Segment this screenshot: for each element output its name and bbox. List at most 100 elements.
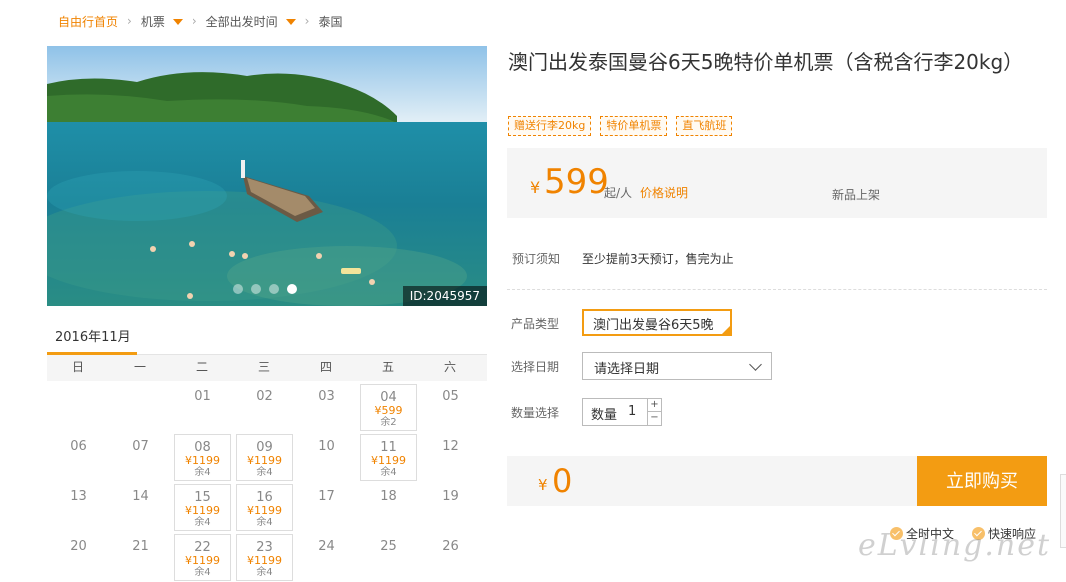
calendar-day-available[interactable]: 23 ¥1199 余4 xyxy=(233,533,295,581)
calendar-day-box: 13 xyxy=(50,484,107,531)
calendar-day-number: 03 xyxy=(318,389,335,404)
price-panel: ¥ 599 起/人 价格说明 新品上架 xyxy=(507,148,1047,218)
calendar-day-available[interactable]: 16 ¥1199 余4 xyxy=(233,483,295,531)
calendar-day-remaining: 余4 xyxy=(380,467,397,478)
date-select[interactable]: 请选择日期 xyxy=(582,352,772,380)
carousel-dot[interactable] xyxy=(233,284,243,294)
calendar-month-tab[interactable]: 2016年11月 xyxy=(55,326,131,345)
breadcrumb-departure-label: 全部出发时间 xyxy=(205,14,278,29)
product-type-label: 产品类型 xyxy=(511,317,560,331)
calendar-day-number: 04 xyxy=(380,390,397,405)
calendar-day-available[interactable]: 08 ¥1199 余4 xyxy=(171,433,233,481)
calendar-day: 14 xyxy=(109,483,171,531)
breadcrumb-category-dropdown[interactable]: 机票 xyxy=(141,13,183,30)
breadcrumb-home-link[interactable]: 自由行首页 xyxy=(58,13,118,30)
calendar-day-box: 03 xyxy=(298,384,355,431)
price-explain-link[interactable]: 价格说明 xyxy=(640,184,688,201)
feature-item: 全时中文 xyxy=(890,525,954,542)
weekday-label: 六 xyxy=(443,360,456,374)
calendar-day-number: 05 xyxy=(442,389,459,404)
calendar-day: 26 xyxy=(419,533,481,581)
calendar-day-number: 10 xyxy=(318,439,335,454)
product-tag: 特价单机票 xyxy=(600,116,668,136)
sea-island-image xyxy=(47,46,487,306)
breadcrumb-separator-icon: › xyxy=(304,14,310,28)
product-tags: 赠送行李20kg 特价单机票 直飞航班 xyxy=(508,116,733,136)
calendar-day-number: 09 xyxy=(256,440,273,455)
calendar-day-box: 04 ¥599 余2 xyxy=(360,384,417,431)
calendar-day-number: 25 xyxy=(380,539,397,554)
breadcrumb-departure-dropdown[interactable]: 全部出发时间 xyxy=(206,13,296,30)
calendar-day-price: ¥1199 xyxy=(185,454,220,467)
quantity-prefix: 数量 xyxy=(591,408,618,423)
total-price-panel: ¥ 0 xyxy=(507,456,917,506)
calendar-day-available[interactable]: 22 ¥1199 余4 xyxy=(171,533,233,581)
calendar-day-remaining: 余4 xyxy=(194,567,211,578)
calendar-day-box: 16 ¥1199 余4 xyxy=(236,484,293,531)
carousel-dot[interactable] xyxy=(251,284,261,294)
calendar-day-available[interactable]: 15 ¥1199 余4 xyxy=(171,483,233,531)
carousel-dot[interactable] xyxy=(269,284,279,294)
product-tag: 直飞航班 xyxy=(676,116,733,136)
quantity-label: 数量选择 xyxy=(511,406,560,420)
calendar-day: 19 xyxy=(419,483,481,531)
calendar-day-box: 24 xyxy=(298,534,355,581)
calendar-day: 18 xyxy=(357,483,419,531)
calendar-day-remaining: 余4 xyxy=(256,517,273,528)
calendar-day: 06 xyxy=(47,433,109,481)
calendar-day-number: 14 xyxy=(132,489,149,504)
calendar-day-number: 13 xyxy=(70,489,87,504)
calendar-day-number: 01 xyxy=(194,389,211,404)
calendar-day-price: ¥1199 xyxy=(247,554,282,567)
weekday-label: 四 xyxy=(319,360,332,374)
calendar-day-number: 12 xyxy=(442,439,459,454)
product-type-option[interactable]: 澳门出发曼谷6天5晚 xyxy=(582,309,732,336)
calendar-day-price: ¥599 xyxy=(374,404,403,417)
calendar-day-box: 17 xyxy=(298,484,355,531)
calendar-day-box: 20 xyxy=(50,534,107,581)
calendar-day-price: ¥1199 xyxy=(247,454,282,467)
calendar-day-number: 15 xyxy=(194,490,211,505)
calendar-day-box: 19 xyxy=(422,484,479,531)
side-tab[interactable] xyxy=(1060,474,1066,548)
calendar-day: 12 xyxy=(419,433,481,481)
selected-corner-icon xyxy=(722,326,730,334)
quantity-stepper[interactable]: 数量 1 + − xyxy=(582,398,662,426)
breadcrumb-separator-icon: › xyxy=(127,14,132,28)
calendar-day: 05 xyxy=(419,383,481,431)
carousel-dot-active[interactable] xyxy=(287,284,297,294)
quantity-increase-button[interactable]: + xyxy=(647,399,661,412)
calendar-day-available[interactable]: 09 ¥1199 余4 xyxy=(233,433,295,481)
buy-now-button[interactable]: 立即购买 xyxy=(917,456,1047,506)
calendar-day-box xyxy=(50,384,107,431)
calendar-day xyxy=(109,383,171,431)
calendar-day-number: 02 xyxy=(256,389,273,404)
calendar-day-box: 09 ¥1199 余4 xyxy=(236,434,293,481)
breadcrumb: 自由行首页 › 机票 › 全部出发时间 › 泰国 xyxy=(58,12,343,30)
calendar-day: 10 xyxy=(295,433,357,481)
total-price-value: 0 xyxy=(552,462,573,500)
calendar-day-box: 06 xyxy=(50,434,107,481)
calendar-day-price: ¥1199 xyxy=(185,554,220,567)
calendar-day: 24 xyxy=(295,533,357,581)
calendar-day-number: 07 xyxy=(132,439,149,454)
calendar-day-available[interactable]: 04 ¥599 余2 xyxy=(357,383,419,431)
calendar-day-number: 16 xyxy=(256,490,273,505)
calendar-day-remaining: 余4 xyxy=(256,467,273,478)
quantity-value[interactable]: 1 xyxy=(628,404,636,419)
calendar-day-number: 21 xyxy=(132,539,149,554)
feature-item: 快速响应 xyxy=(972,525,1036,542)
calendar-day-box: 23 ¥1199 余4 xyxy=(236,534,293,581)
date-select-value: 请选择日期 xyxy=(594,362,660,377)
breadcrumb-destination: 泰国 xyxy=(318,14,343,29)
weekday-label: 三 xyxy=(257,360,270,374)
calendar-day-number: 26 xyxy=(442,539,459,554)
calendar-day-available[interactable]: 11 ¥1199 余4 xyxy=(357,433,419,481)
calendar-day-number: 11 xyxy=(380,440,397,455)
price-unit: 起/人 xyxy=(604,186,633,200)
calendar-day-price: ¥1199 xyxy=(247,504,282,517)
calendar-day: 21 xyxy=(109,533,171,581)
quantity-decrease-button[interactable]: − xyxy=(647,412,661,425)
calendar-day-price: ¥1199 xyxy=(371,454,406,467)
product-photo[interactable]: ID:2045957 xyxy=(47,46,487,306)
